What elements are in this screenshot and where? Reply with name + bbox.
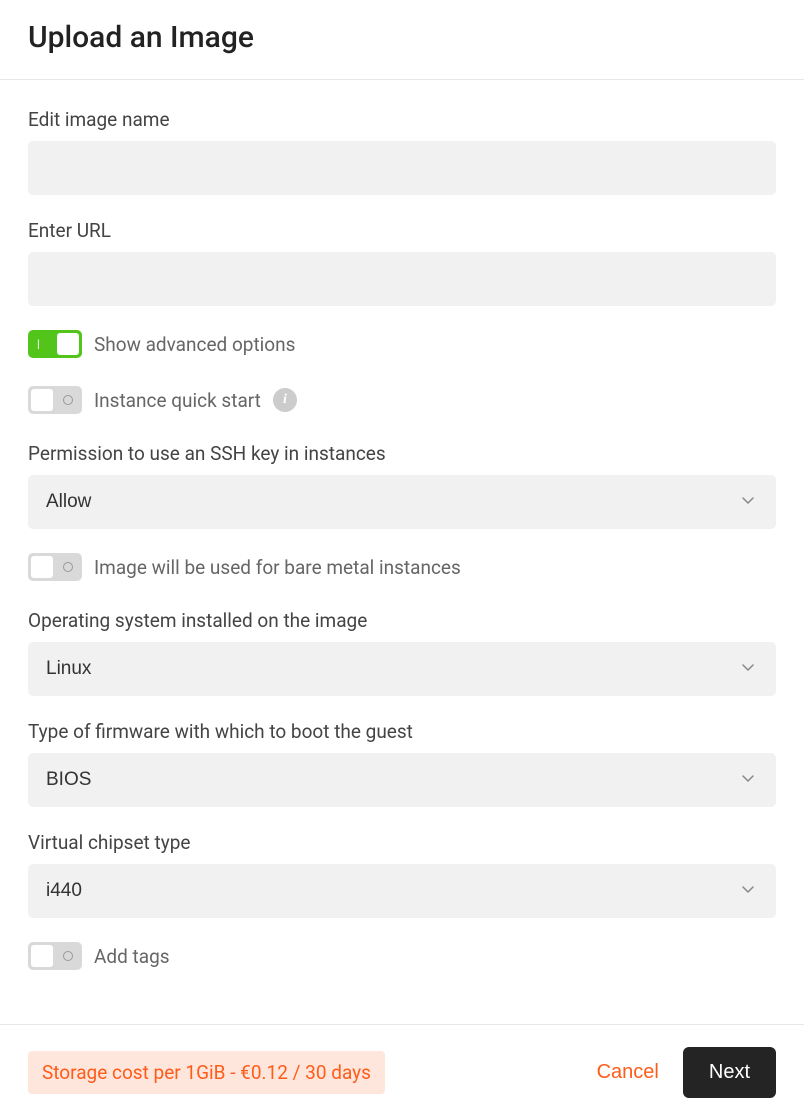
field-os: Operating system installed on the image …: [28, 609, 776, 696]
form-body: Edit image name Enter URL | Show advance…: [0, 80, 804, 1024]
select-chipset[interactable]: i440: [28, 864, 776, 918]
toggle-knob: [31, 389, 53, 411]
field-firmware: Type of firmware with which to boot the …: [28, 720, 776, 807]
toggle-off-indicator-icon: [63, 951, 73, 961]
toggle-knob: [31, 556, 53, 578]
label-advanced-options: Show advanced options: [94, 333, 295, 356]
toggle-add-tags[interactable]: [28, 942, 82, 970]
row-bare-metal: Image will be used for bare metal instan…: [28, 553, 776, 581]
cancel-button[interactable]: Cancel: [589, 1049, 667, 1096]
select-chipset-value: i440: [46, 880, 82, 902]
label-url: Enter URL: [28, 219, 776, 242]
field-image-name: Edit image name: [28, 108, 776, 195]
row-advanced-options: | Show advanced options: [28, 330, 776, 358]
label-image-name: Edit image name: [28, 108, 776, 131]
toggle-off-indicator-icon: [63, 395, 73, 405]
toggle-on-indicator-icon: |: [37, 338, 40, 351]
dialog-footer: Storage cost per 1GiB - €0.12 / 30 days …: [0, 1024, 804, 1120]
row-quick-start: Instance quick start i: [28, 386, 776, 414]
toggle-bare-metal[interactable]: [28, 553, 82, 581]
select-ssh-permission-value: Allow: [46, 491, 91, 513]
row-add-tags: Add tags: [28, 942, 776, 970]
info-icon[interactable]: i: [273, 388, 297, 412]
toggle-quick-start[interactable]: [28, 386, 82, 414]
label-bare-metal: Image will be used for bare metal instan…: [94, 556, 461, 579]
select-os-value: Linux: [46, 658, 91, 680]
select-ssh-permission[interactable]: Allow: [28, 475, 776, 529]
select-os[interactable]: Linux: [28, 642, 776, 696]
label-firmware: Type of firmware with which to boot the …: [28, 720, 776, 743]
select-os-wrapper: Linux: [28, 642, 776, 696]
toggle-advanced-options[interactable]: |: [28, 330, 82, 358]
label-chipset: Virtual chipset type: [28, 831, 776, 854]
label-os: Operating system installed on the image: [28, 609, 776, 632]
select-firmware-value: BIOS: [46, 769, 91, 791]
page-title: Upload an Image: [28, 20, 776, 55]
select-firmware-wrapper: BIOS: [28, 753, 776, 807]
input-image-name[interactable]: [28, 141, 776, 195]
field-ssh-permission: Permission to use an SSH key in instance…: [28, 442, 776, 529]
dialog-header: Upload an Image: [0, 0, 804, 80]
toggle-knob: [31, 945, 53, 967]
label-ssh-permission: Permission to use an SSH key in instance…: [28, 442, 776, 465]
storage-cost-badge: Storage cost per 1GiB - €0.12 / 30 days: [28, 1051, 385, 1094]
next-button[interactable]: Next: [683, 1047, 776, 1098]
label-add-tags: Add tags: [94, 945, 170, 968]
toggle-knob: [57, 333, 79, 355]
select-chipset-wrapper: i440: [28, 864, 776, 918]
label-quick-start: Instance quick start: [94, 389, 261, 412]
select-firmware[interactable]: BIOS: [28, 753, 776, 807]
field-url: Enter URL: [28, 219, 776, 306]
select-ssh-permission-wrapper: Allow: [28, 475, 776, 529]
input-url[interactable]: [28, 252, 776, 306]
toggle-off-indicator-icon: [63, 562, 73, 572]
field-chipset: Virtual chipset type i440: [28, 831, 776, 918]
